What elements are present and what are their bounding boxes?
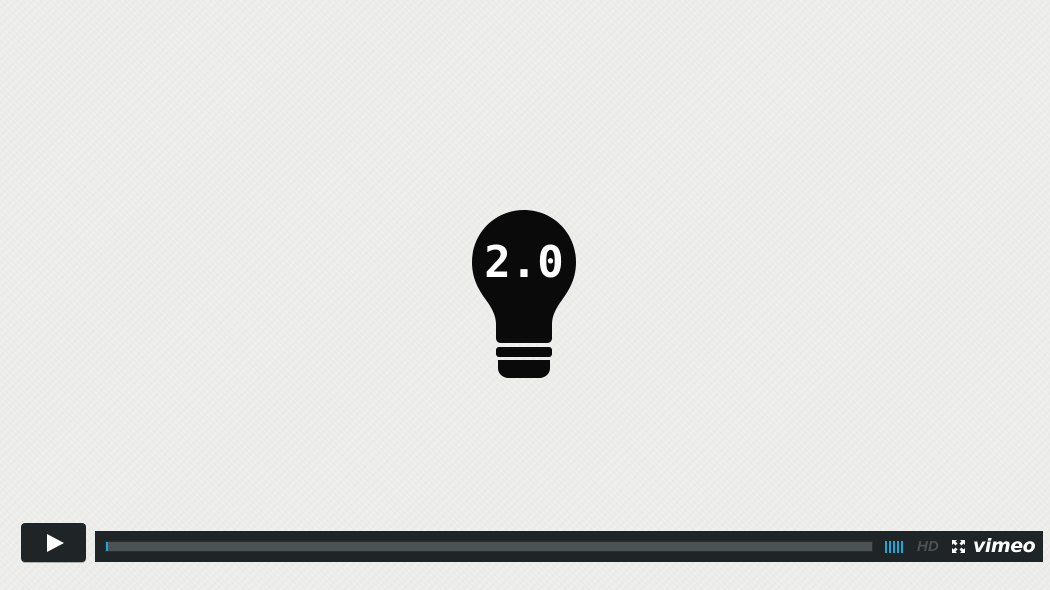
vimeo-logo[interactable]: vimeo [973,534,1036,558]
video-frame[interactable]: 2.0 [0,0,1050,590]
volume-bar [885,541,887,553]
lightbulb-icon: 2.0 [472,210,576,378]
hd-toggle[interactable]: HD [917,538,939,556]
volume-bar [889,541,891,553]
volume-bar [897,541,899,553]
progress-bar[interactable] [105,541,873,552]
volume-bar [893,541,895,553]
fullscreen-icon[interactable] [952,540,965,553]
play-icon [46,533,64,552]
volume-bar [901,541,903,553]
control-bar: HD vimeo [95,531,1043,562]
play-button[interactable] [21,523,86,562]
progress-played [106,542,108,551]
volume-control[interactable] [885,541,903,553]
bulb-version-text: 2.0 [484,237,563,288]
